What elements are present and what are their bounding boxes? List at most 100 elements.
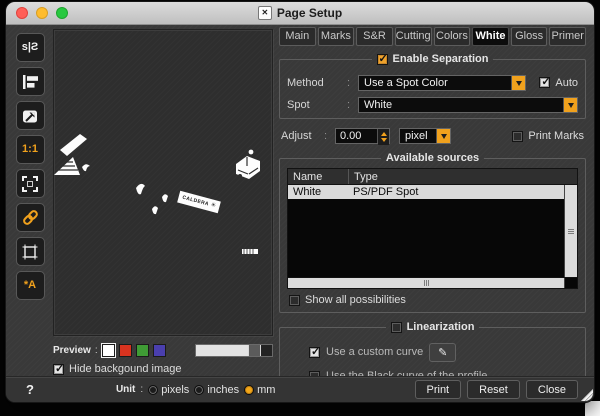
column-header-type[interactable]: Type — [349, 169, 577, 184]
preview-colon: : — [94, 344, 98, 356]
density-dark-segment — [260, 344, 272, 356]
adjust-unit-arrow-icon[interactable] — [436, 129, 450, 143]
auto-row[interactable]: Auto — [539, 75, 578, 89]
mirror-tool-button[interactable]: s|Ƨ — [15, 33, 45, 62]
dialog-content: s|Ƨ 1:1 *A CALDERA ✳ Preview: ✓ Hide ba… — [7, 25, 593, 402]
hide-background-row[interactable]: Hide backgound image — [53, 362, 273, 375]
preview-color-white[interactable] — [101, 343, 115, 357]
print-marks-checkbox[interactable] — [512, 130, 524, 142]
tab-bar: Main Marks S&R Cutting Colors White Glos… — [279, 27, 587, 46]
adjust-spinbox[interactable]: 0.00 — [335, 128, 390, 145]
scale-arrow-icon — [23, 110, 37, 122]
density-mid-segment — [248, 344, 260, 356]
tab-main[interactable]: Main — [279, 27, 316, 46]
unit-option-mm[interactable]: mm — [244, 384, 275, 396]
spot-dropdown[interactable]: White — [358, 96, 578, 113]
unit-option-inches[interactable]: inches — [194, 384, 239, 396]
spin-up-icon[interactable] — [378, 129, 389, 137]
close-button[interactable]: Close — [525, 380, 578, 399]
horizontal-scrollbar[interactable] — [288, 278, 564, 288]
hide-background-checkbox[interactable] — [53, 362, 64, 375]
vertical-scrollbar[interactable] — [564, 185, 577, 277]
auto-label: Auto — [555, 76, 578, 89]
window-titlebar[interactable]: ✕ Page Setup — [6, 2, 594, 25]
show-all-checkbox[interactable] — [289, 294, 300, 306]
mm-radio[interactable] — [244, 384, 255, 395]
spot-dropdown-arrow-icon[interactable] — [563, 97, 577, 112]
preview-canvas[interactable]: CALDERA ✳ — [53, 29, 273, 336]
edit-curve-button[interactable]: ✎ — [429, 342, 457, 362]
available-sources-group: Available sources Name Type White PS/PDF… — [279, 152, 586, 313]
pixels-label: pixels — [161, 383, 190, 396]
unit-option-pixels[interactable]: pixels — [148, 384, 189, 396]
desktop-corner — [585, 401, 600, 416]
show-all-row[interactable]: Show all possibilities — [289, 294, 576, 306]
print-marks-row[interactable]: Print Marks — [512, 130, 584, 142]
hide-background-label: Hide backgound image — [69, 363, 182, 375]
actual-size-tool-button[interactable]: 1:1 — [15, 135, 45, 164]
method-colon: : — [347, 76, 351, 89]
tab-white[interactable]: White — [472, 27, 509, 46]
tab-sr[interactable]: S&R — [356, 27, 393, 46]
pixels-radio[interactable] — [148, 384, 159, 395]
spot-label: Spot — [287, 98, 310, 111]
preview-controls-row: Preview : — [53, 343, 273, 357]
cell-type: PS/PDF Spot — [353, 186, 419, 198]
preview-color-blue[interactable] — [152, 343, 166, 357]
show-all-label: Show all possibilities — [305, 294, 406, 306]
adjust-spin-buttons — [377, 129, 389, 145]
preview-color-red[interactable] — [118, 343, 132, 357]
sources-table-header: Name Type — [288, 169, 577, 185]
help-button[interactable]: ? — [26, 382, 34, 397]
cell-name: White — [293, 186, 322, 198]
adjust-value[interactable]: 0.00 — [336, 129, 377, 143]
annotation-tool-button[interactable]: *A — [15, 271, 45, 300]
tab-gloss[interactable]: Gloss — [510, 27, 548, 46]
chain-link-icon — [22, 210, 38, 225]
unit-label: Unit — [115, 384, 136, 395]
mirror-icon: s|Ƨ — [21, 41, 39, 53]
spin-down-icon[interactable] — [378, 137, 389, 145]
tab-colors[interactable]: Colors — [433, 27, 471, 46]
tab-primer[interactable]: Primer — [549, 27, 587, 46]
tool-sidebar: s|Ƨ 1:1 *A — [9, 33, 51, 376]
available-sources-label: Available sources — [385, 152, 480, 164]
window-title: Page Setup — [276, 6, 343, 20]
method-dropdown-arrow-icon[interactable] — [511, 75, 526, 90]
action-buttons: Print Reset Close — [414, 380, 578, 399]
custom-curve-checkbox[interactable] — [309, 345, 320, 358]
fit-to-frame-tool-button[interactable] — [15, 169, 45, 198]
one-to-one-icon: 1:1 — [22, 143, 38, 155]
preview-density-bar[interactable] — [195, 343, 273, 357]
linearization-checkbox[interactable] — [390, 321, 402, 333]
available-sources-legend: Available sources — [381, 152, 484, 164]
sources-table: Name Type White PS/PDF Spot — [287, 168, 578, 289]
enable-separation-checkbox[interactable] — [376, 52, 388, 65]
table-row-white[interactable]: White PS/PDF Spot — [288, 185, 565, 199]
link-dimensions-tool-button[interactable] — [15, 203, 45, 232]
crop-marks-tool-button[interactable] — [15, 237, 45, 266]
method-dropdown[interactable]: Use a Spot Color — [358, 74, 527, 91]
settings-panel: Main Marks S&R Cutting Colors White Glos… — [277, 25, 588, 402]
enable-separation-label: Enable Separation — [392, 53, 489, 65]
align-left-tool-button[interactable] — [15, 67, 45, 96]
title-wrap: ✕ Page Setup — [6, 6, 594, 20]
reset-button[interactable]: Reset — [467, 380, 520, 399]
spot-value: White — [364, 98, 393, 111]
fullscreen-window-button[interactable] — [56, 7, 68, 19]
tab-cutting[interactable]: Cutting — [394, 27, 432, 46]
auto-checkbox[interactable] — [539, 75, 551, 88]
column-header-name[interactable]: Name — [288, 169, 349, 184]
scale-to-page-tool-button[interactable] — [15, 101, 45, 130]
method-label: Method — [287, 76, 324, 89]
method-value: Use a Spot Color — [364, 76, 448, 89]
bottom-bar: ? Unit : pixels inches mm Print Reset Cl… — [6, 376, 594, 402]
close-window-button[interactable] — [16, 7, 28, 19]
minimize-window-button[interactable] — [36, 7, 48, 19]
adjust-unit-dropdown[interactable]: pixel — [399, 128, 451, 144]
preview-color-green[interactable] — [135, 343, 149, 357]
tab-marks[interactable]: Marks — [317, 27, 355, 46]
print-button[interactable]: Print — [414, 380, 462, 399]
linearization-label: Linearization — [406, 321, 475, 333]
inches-radio[interactable] — [194, 384, 205, 395]
